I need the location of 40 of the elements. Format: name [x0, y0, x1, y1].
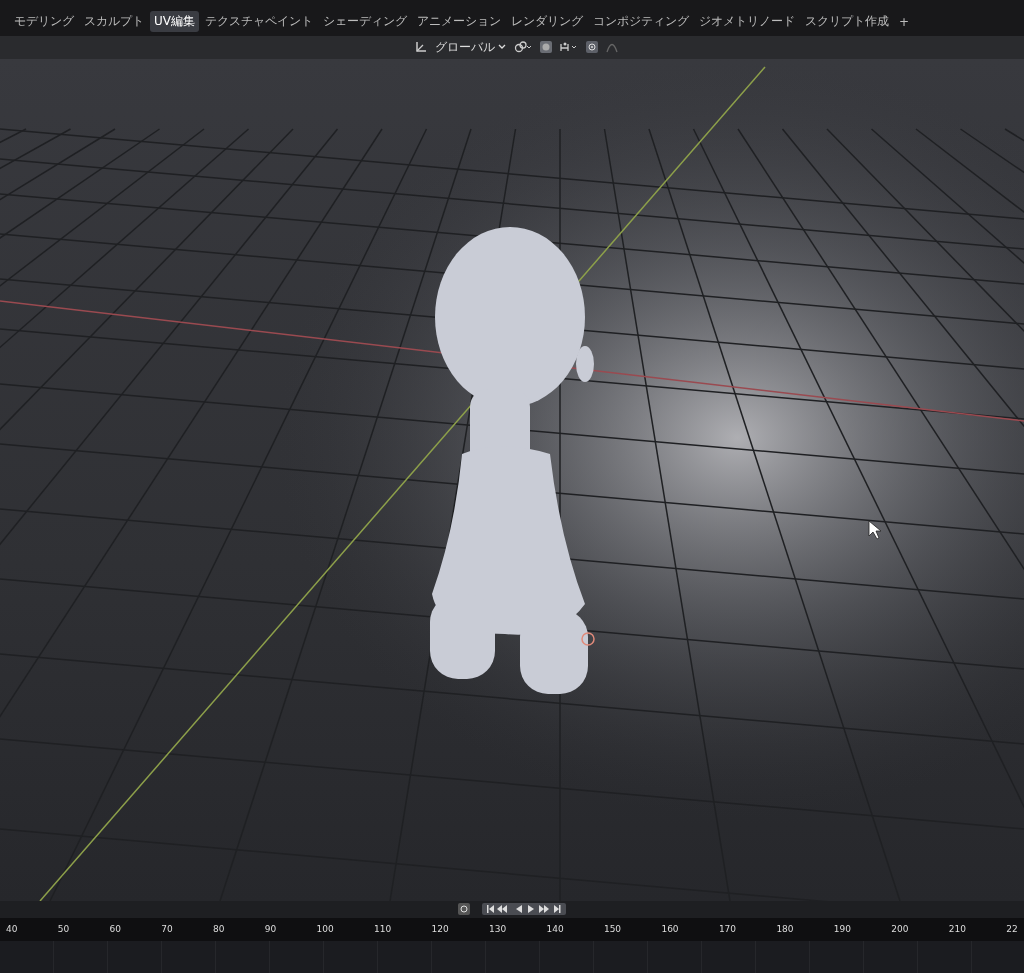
workspace-tab[interactable]: UV編集	[150, 11, 199, 33]
workspace-tab[interactable]: スクリプト作成	[801, 11, 893, 33]
frame-number: 150	[603, 924, 622, 935]
proportional-icon[interactable]	[586, 41, 598, 54]
frame-number: 50	[57, 924, 70, 935]
frame-number: 190	[833, 924, 852, 935]
frame-number: 120	[431, 924, 449, 935]
link-icon[interactable]	[514, 41, 532, 54]
orientation-dropdown[interactable]: グローバル	[435, 38, 506, 56]
frame-number: 60	[109, 924, 121, 935]
frame-number: 160	[661, 924, 679, 935]
caret-icon	[498, 44, 506, 51]
workspace-tab[interactable]: コンポジティング	[589, 11, 693, 33]
frame-number: 200	[891, 924, 909, 935]
mouse-pointer-icon	[868, 520, 882, 540]
frame-number: 100	[316, 924, 334, 935]
add-workspace-button[interactable]: +	[895, 11, 914, 33]
frame-number: 70	[161, 924, 173, 935]
frame-number: 80	[213, 924, 225, 935]
frame-number: 130	[488, 924, 507, 935]
axes-icon[interactable]	[415, 41, 427, 54]
3d-cursor-icon[interactable]	[581, 632, 595, 646]
workspace-tab[interactable]: テクスチャペイント	[201, 11, 317, 33]
frame-number: 170	[718, 924, 737, 935]
record-icon[interactable]	[458, 903, 470, 916]
workspace-tab[interactable]: シェーディング	[319, 11, 411, 33]
frame-number: 22	[1006, 924, 1018, 935]
falloff-icon[interactable]	[606, 41, 618, 54]
workspace-tab[interactable]: アニメーション	[413, 11, 505, 33]
frame-number: 40	[6, 924, 18, 935]
workspace-tab[interactable]: スカルプト	[80, 11, 148, 33]
playback-controls-icon[interactable]	[482, 903, 566, 916]
frame-number: 140	[546, 924, 564, 935]
frame-number: 90	[264, 924, 277, 935]
frame-number: 110	[374, 924, 392, 935]
frame-number: 210	[948, 924, 966, 935]
workspace-tab[interactable]: モデリング	[10, 11, 78, 33]
workspace-tab[interactable]: ジオメトリノード	[695, 11, 799, 33]
frame-number: 180	[776, 924, 794, 935]
workspace-tab[interactable]: レンダリング	[507, 11, 587, 33]
